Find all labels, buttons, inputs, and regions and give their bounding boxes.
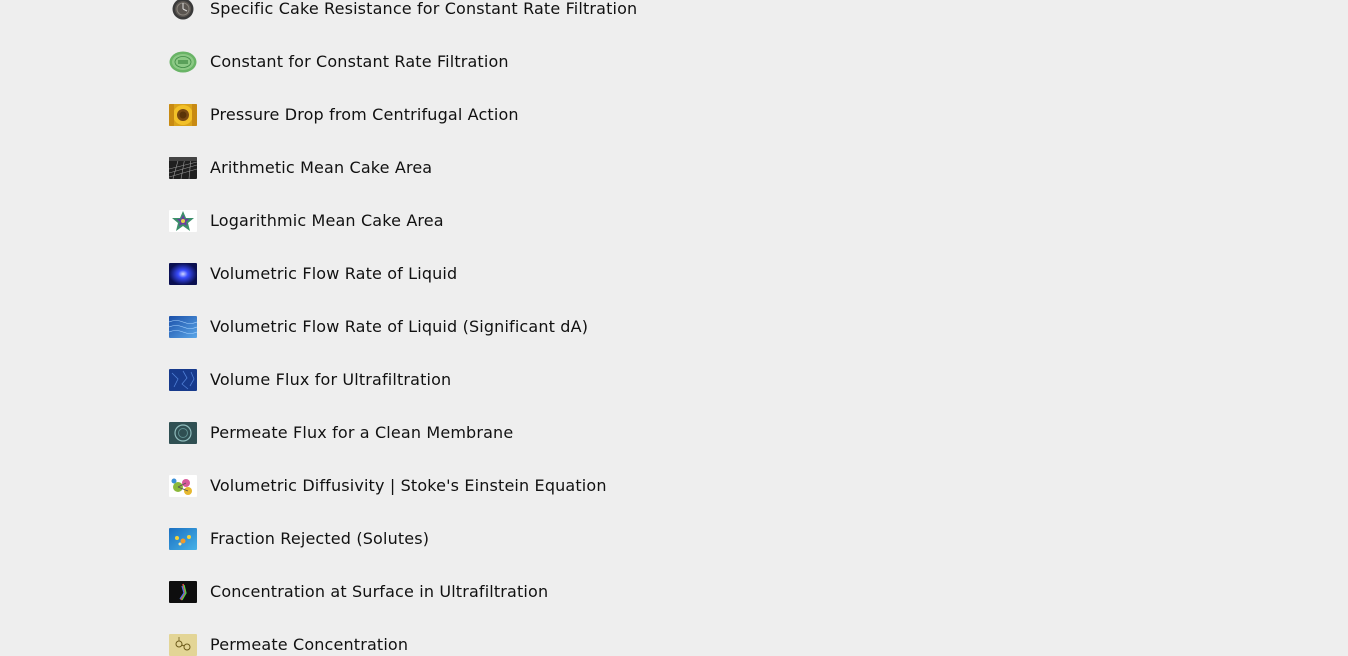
item-label: Permeate Flux for a Clean Membrane (210, 423, 514, 442)
item-label: Permeate Concentration (210, 635, 409, 654)
item-label: Specific Cake Resistance for Constant Ra… (210, 0, 638, 18)
water-surface-icon (169, 315, 197, 338)
list-item[interactable]: Concentration at Surface in Ultrafiltrat… (169, 565, 637, 618)
spectrum-icon (169, 580, 197, 603)
list-item[interactable]: Volume Flux for Ultrafiltration (169, 353, 637, 406)
list-item[interactable]: Arithmetic Mean Cake Area (169, 141, 637, 194)
list-item[interactable]: Logarithmic Mean Cake Area (169, 194, 637, 247)
yellow-molecule-icon (169, 633, 197, 656)
item-label: Volumetric Flow Rate of Liquid (210, 264, 458, 283)
item-label: Constant for Constant Rate Filtration (210, 52, 509, 71)
list-item[interactable]: Volumetric Flow Rate of Liquid (169, 247, 637, 300)
list-item[interactable]: Volumetric Flow Rate of Liquid (Signific… (169, 300, 637, 353)
list-item[interactable]: Permeate Concentration (169, 618, 637, 656)
blue-glow-icon (169, 262, 197, 285)
item-label: Fraction Rejected (Solutes) (210, 529, 430, 548)
list-item[interactable]: Specific Cake Resistance for Constant Ra… (169, 0, 637, 35)
item-label: Volume Flux for Ultrafiltration (210, 370, 452, 389)
molecule-icon (169, 474, 197, 497)
item-label: Logarithmic Mean Cake Area (210, 211, 444, 230)
star-polyhedron-icon (169, 209, 197, 232)
item-label: Volumetric Flow Rate of Liquid (Signific… (210, 317, 589, 336)
sunflower-icon (169, 103, 197, 126)
list-item[interactable]: Constant for Constant Rate Filtration (169, 35, 637, 88)
list-item[interactable]: Permeate Flux for a Clean Membrane (169, 406, 637, 459)
calculator-list: Specific Cake Resistance for Constant Ra… (169, 0, 637, 656)
particles-icon (169, 527, 197, 550)
blue-pattern-icon (169, 368, 197, 391)
list-item[interactable]: Pressure Drop from Centrifugal Action (169, 88, 637, 141)
item-label: Pressure Drop from Centrifugal Action (210, 105, 519, 124)
grid-surface-icon (169, 156, 197, 179)
circle-ring-icon (169, 421, 197, 444)
item-label: Volumetric Diffusivity | Stoke's Einstei… (210, 476, 607, 495)
green-seal-icon (169, 50, 197, 73)
clock-icon (169, 0, 197, 20)
item-label: Arithmetic Mean Cake Area (210, 158, 433, 177)
list-item[interactable]: Volumetric Diffusivity | Stoke's Einstei… (169, 459, 637, 512)
list-item[interactable]: Fraction Rejected (Solutes) (169, 512, 637, 565)
item-label: Concentration at Surface in Ultrafiltrat… (210, 582, 549, 601)
